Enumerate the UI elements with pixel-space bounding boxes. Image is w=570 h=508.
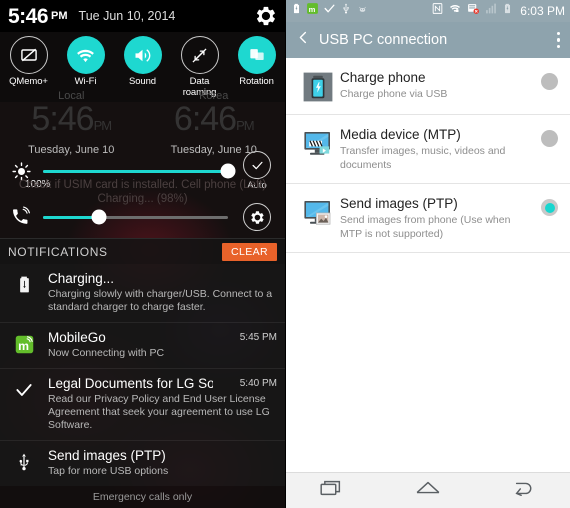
media-device-icon [296,126,340,160]
notification-item-send-images-ptp[interactable]: Send images (PTP) Tap for more USB optio… [0,441,285,486]
mobilego-icon: m [0,330,48,360]
usb-connection-options-list: Charge phone Charge phone via USB Media … [286,58,570,472]
send-images-icon [296,195,340,229]
clock-ampm: PM [236,118,254,133]
quick-toggle-label: Rotation [239,76,274,87]
usb-pc-connection-screen: m 6:03 PM USB PC connection Charge phone… [285,0,570,508]
battery-charging-icon [291,2,302,20]
page-title: USB PC connection [319,32,448,48]
notification-item-legal-documents[interactable]: Legal Documents for LG Sof Read our Priv… [0,369,285,441]
gear-icon [243,203,271,231]
notification-subtitle: Tap for more USB options [48,465,169,477]
sound-settings-button[interactable] [237,203,277,231]
quick-toggle-sound[interactable]: Sound [114,36,171,88]
wallpaper-text: Check if USIM card is installed. Cell ph… [18,179,267,205]
notifications-header: NOTIFICATIONS CLEAR [0,238,285,264]
brightness-slider[interactable]: 100% [25,163,236,190]
radio-button-charge-phone[interactable] [541,73,558,90]
sync-error-icon [466,2,480,20]
clock-date: Tuesday, June 10 [28,144,115,156]
notification-time: 5:40 PM [239,378,277,389]
emergency-calls-footer: Emergency calls only [0,486,285,508]
mobilego-icon: m [306,2,319,20]
radio-button-media-device[interactable] [541,130,558,147]
clock-date: Tuesday, June 10 [170,144,257,156]
option-title: Send images (PTP) [340,196,458,211]
option-send-images-ptp[interactable]: Send images (PTP) Send images from phone… [286,184,570,253]
option-subtitle: Charge phone via USB [340,88,448,100]
notification-subtitle: Charging slowly with charger/USB. Connec… [48,288,273,313]
clock-ampm: PM [93,118,112,133]
sound-icon [123,36,162,74]
check-icon [323,2,336,20]
svg-text:m: m [309,5,316,14]
option-title: Charge phone [340,70,426,85]
quick-toggle-label: QMemo+ [9,76,48,87]
notifications-label: NOTIFICATIONS [8,244,108,259]
option-charge-phone[interactable]: Charge phone Charge phone via USB [286,58,570,115]
clock-time: 5:46 [31,100,94,138]
clear-button[interactable]: CLEAR [221,242,277,261]
notification-item-mobilego[interactable]: m MobileGo Now Connecting with PC 5:45 P… [0,323,285,369]
option-media-device-mtp[interactable]: Media device (MTP) Transfer images, musi… [286,115,570,184]
notification-subtitle: Now Connecting with PC [48,347,165,359]
notification-title: Legal Documents for LG Sof [48,376,213,391]
wifi-icon [66,36,105,74]
check-icon [0,376,48,432]
signal-bars-icon [484,2,498,20]
usb-icon [340,2,352,20]
home-icon[interactable] [413,478,443,503]
notification-item-charging[interactable]: Charging... Charging slowly with charger… [0,264,285,323]
clock-widget-local: Local 5:46PM Tuesday, June 10 [0,90,143,164]
option-subtitle: Transfer images, music, videos and docum… [340,145,506,171]
back-icon[interactable] [508,478,538,503]
clock-widget-korea: Korea 6:46PM Tuesday, June 10 [143,90,286,164]
option-subtitle: Send images from phone (Use when MTP is … [340,214,511,240]
gear-icon[interactable] [255,5,277,27]
clock-time: 6:46 [173,100,237,138]
quick-toggle-label: Sound [129,76,156,87]
battery-icon [502,2,513,20]
back-chevron-icon[interactable] [296,30,311,50]
recents-icon[interactable] [318,478,348,503]
data-roaming-icon [180,36,219,74]
nfc-icon [431,2,444,20]
notification-list: Charging... Charging slowly with charger… [0,264,285,486]
quick-toggle-data-roaming[interactable]: Data roaming [171,36,228,98]
quick-toggle-rotation[interactable]: Rotation [228,36,285,88]
rotation-icon [237,36,276,74]
overflow-menu-icon[interactable] [556,31,560,49]
radio-button-send-images[interactable] [541,199,558,216]
notification-title: Send images (PTP) [48,448,166,463]
status-bar-time: 5:46 [8,4,49,28]
status-bar-clock: 6:03 PM [520,4,565,18]
dual-clock-widget: Local 5:46PM Tuesday, June 10 Korea 6:46… [0,90,286,164]
qmemo-icon [9,36,48,74]
notification-shade-panel: 5:46 PM Tue Jun 10, 2014 QMemo+ Wi-Fi So… [0,0,285,508]
option-title: Media device (MTP) [340,127,461,142]
quick-toggle-label: Wi-Fi [74,76,97,87]
right-status-bar: m 6:03 PM [286,0,570,22]
svg-text:m: m [18,339,29,353]
volume-slider[interactable] [43,209,228,225]
quick-toggle-qmemo[interactable]: QMemo+ [0,36,57,88]
battery-charge-icon [296,69,340,103]
left-status-bar: 5:46 PM Tue Jun 10, 2014 [0,0,285,32]
status-bar-ampm: PM [51,10,68,22]
navigation-bar [286,472,570,508]
status-bar-date: Tue Jun 10, 2014 [78,9,176,23]
ringer-volume-icon [8,206,34,228]
battery-usb-icon [0,271,48,314]
quick-toggle-wifi[interactable]: Wi-Fi [57,36,114,88]
action-bar: USB PC connection [286,22,570,58]
notification-time: 5:45 PM [239,332,277,343]
usb-icon [0,448,48,478]
notification-title: Charging... [48,271,115,286]
notification-subtitle: Read our Privacy Policy and End User Lic… [48,393,270,431]
android-debug-icon [356,2,369,20]
emergency-calls-label: Emergency calls only [92,491,193,503]
wifi-secure-icon [448,2,462,20]
